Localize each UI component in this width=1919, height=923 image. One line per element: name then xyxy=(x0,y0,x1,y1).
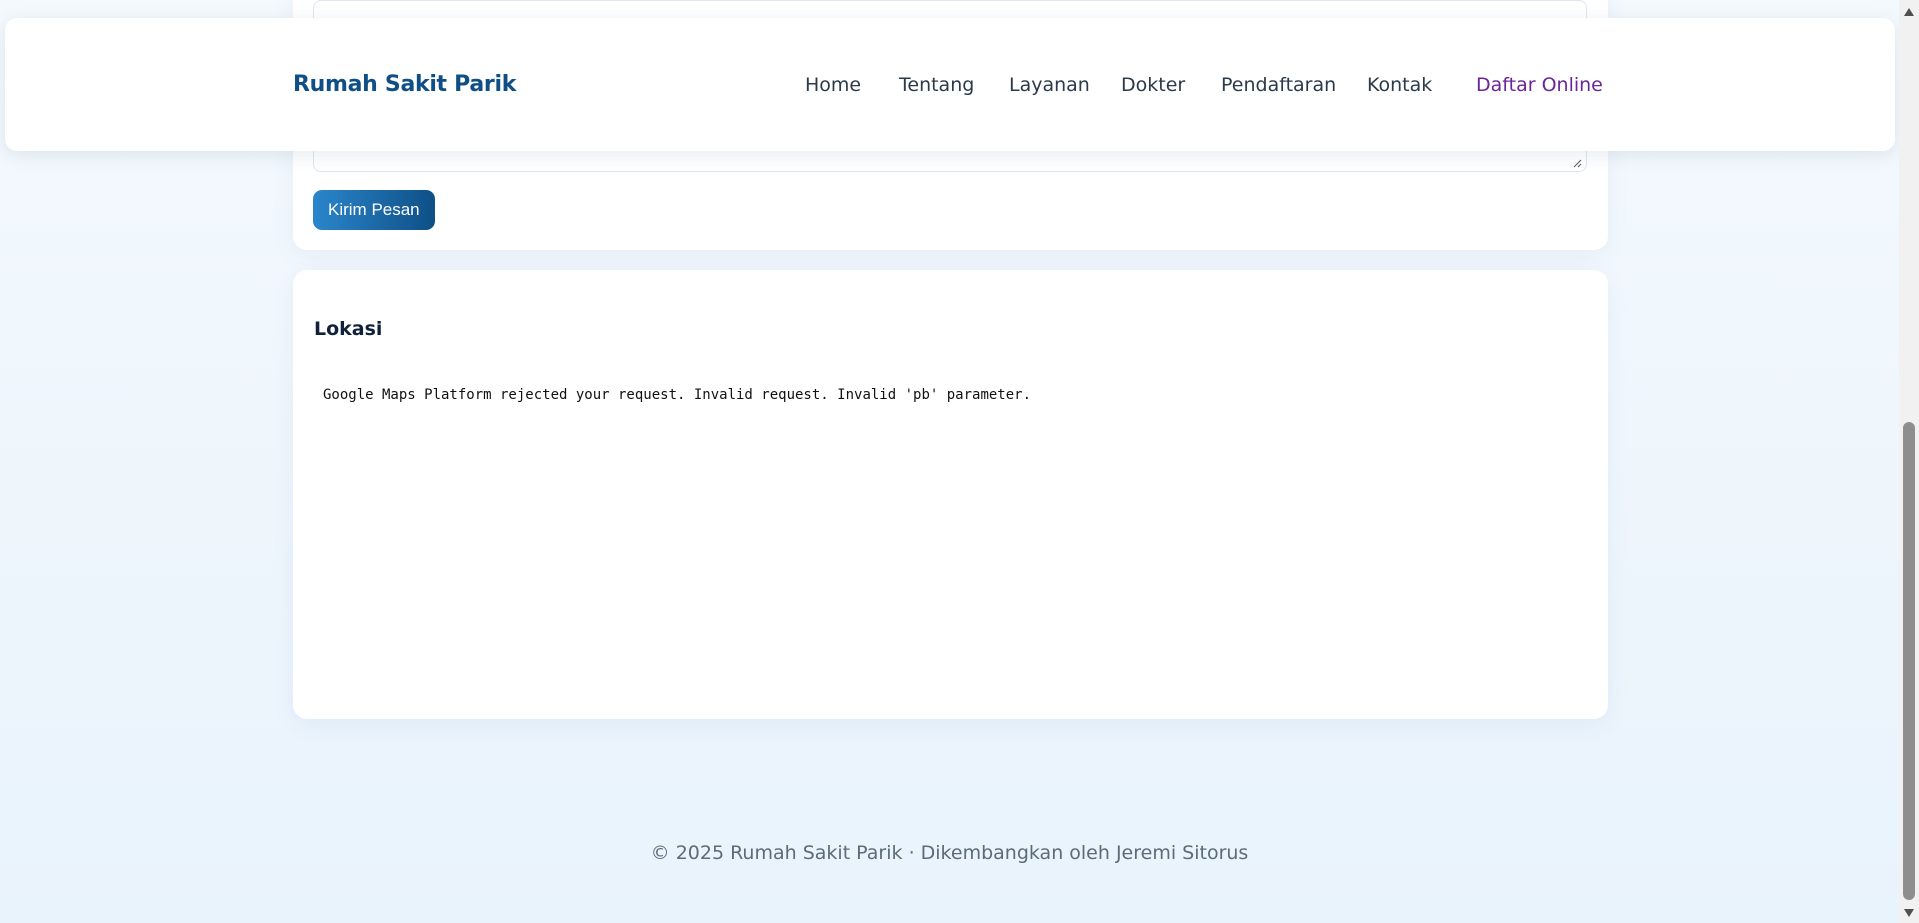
nav-layanan[interactable]: Layanan xyxy=(1009,74,1090,96)
scroll-up-arrow-icon[interactable] xyxy=(1903,6,1915,18)
scrollbar-thumb[interactable] xyxy=(1903,422,1915,900)
map-error-message: Google Maps Platform rejected your reque… xyxy=(323,387,1032,403)
scroll-down-arrow-icon[interactable] xyxy=(1903,907,1915,919)
location-card: Lokasi Google Maps Platform rejected you… xyxy=(293,270,1608,719)
resize-grip-icon[interactable] xyxy=(1573,159,1582,168)
send-message-button[interactable]: Kirim Pesan xyxy=(313,190,435,230)
nav-tentang[interactable]: Tentang xyxy=(899,74,974,96)
nav-pendaftaran[interactable]: Pendaftaran xyxy=(1221,74,1336,96)
map-embed[interactable]: Google Maps Platform rejected your reque… xyxy=(314,360,1588,690)
nav-dokter[interactable]: Dokter xyxy=(1121,74,1185,96)
main-nav: Home Tentang Layanan Dokter Pendaftaran … xyxy=(5,74,1895,104)
site-header: Rumah Sakit Parik Home Tentang Layanan D… xyxy=(5,18,1895,151)
nav-daftar-online[interactable]: Daftar Online xyxy=(1476,74,1603,96)
nav-kontak[interactable]: Kontak xyxy=(1367,74,1432,96)
footer-copyright: © 2025 Rumah Sakit Parik · Dikembangkan … xyxy=(650,842,1249,864)
location-title: Lokasi xyxy=(314,318,383,340)
page: Kirim Pesan Lokasi Google Maps Platform … xyxy=(0,0,1899,923)
nav-home[interactable]: Home xyxy=(805,74,861,96)
page-scrollbar[interactable] xyxy=(1899,0,1919,923)
